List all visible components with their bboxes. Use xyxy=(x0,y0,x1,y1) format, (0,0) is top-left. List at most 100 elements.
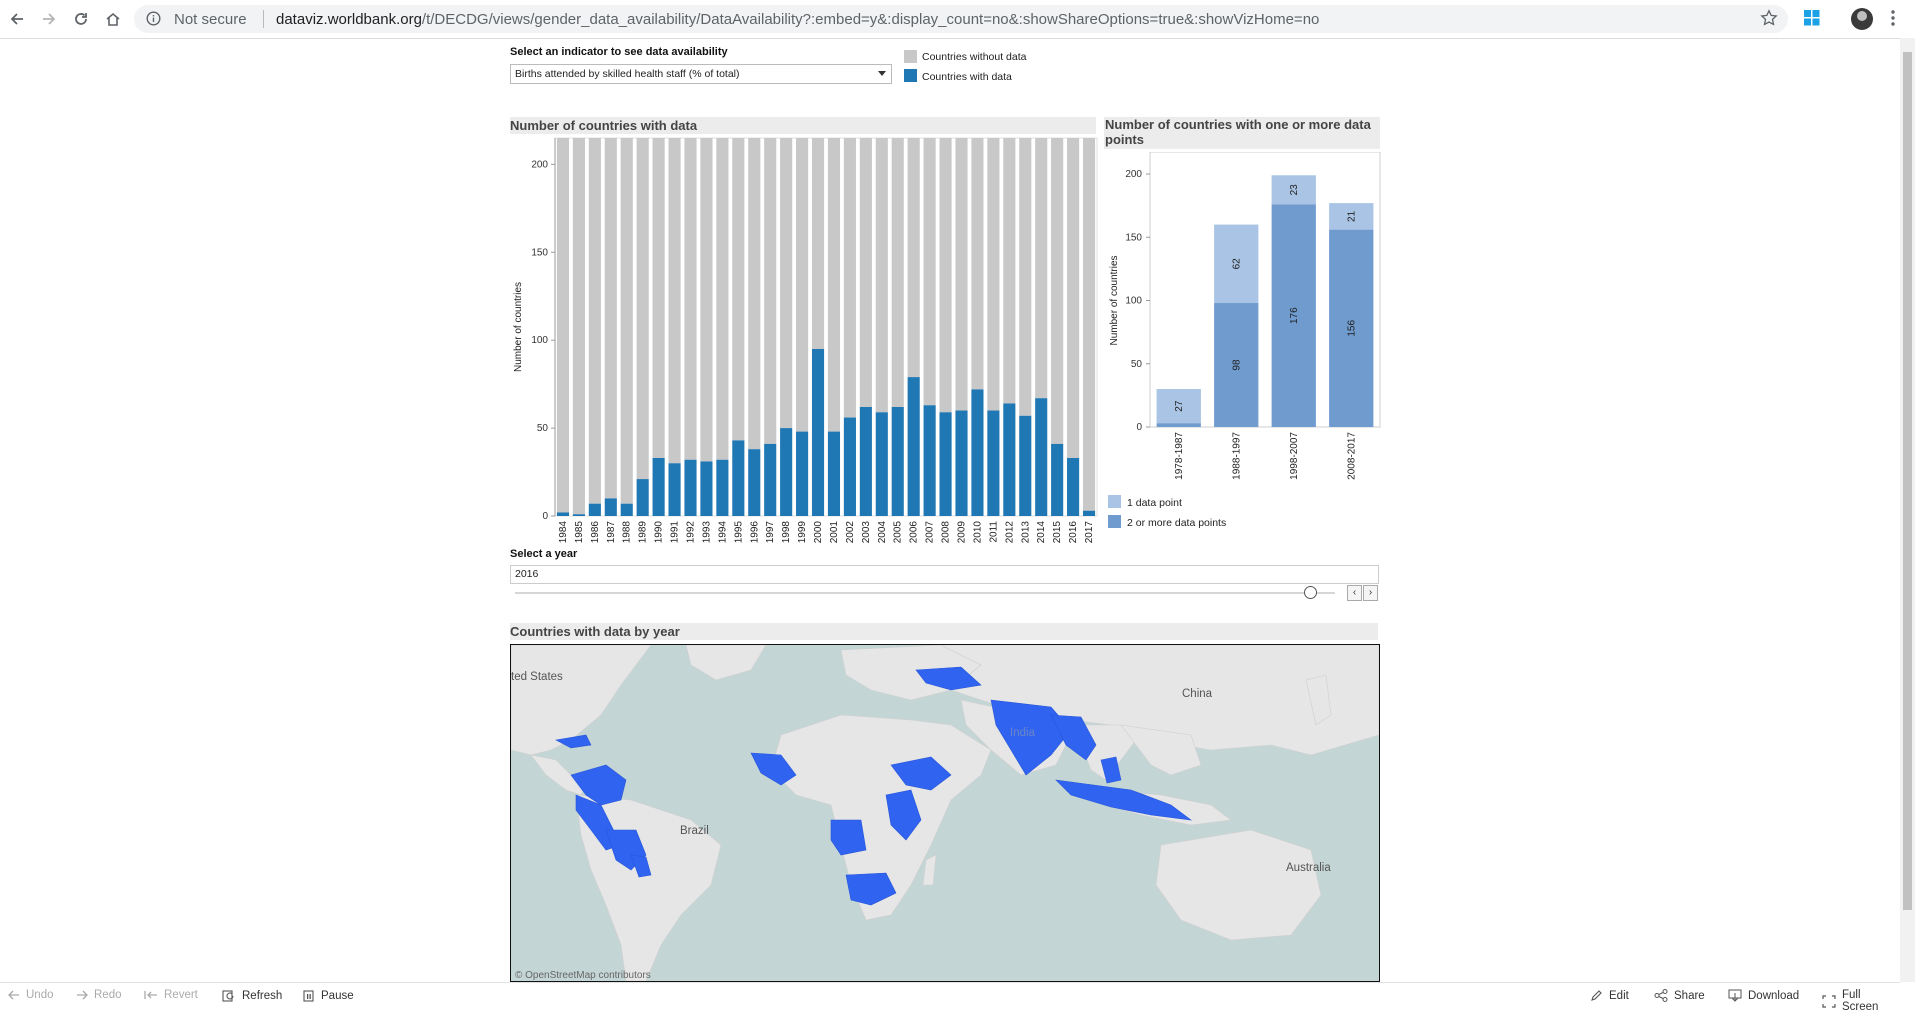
edit-button[interactable]: Edit xyxy=(1590,989,1629,1002)
x-tick-label: 2017 xyxy=(1084,521,1095,544)
forward-button[interactable] xyxy=(38,8,60,30)
bar-with-data xyxy=(764,443,777,516)
bar-with-data xyxy=(891,406,904,516)
fullscreen-button[interactable]: Full Screen xyxy=(1822,989,1900,1013)
reload-button[interactable] xyxy=(70,8,92,30)
main-chart-title: Number of countries with data xyxy=(510,117,1096,134)
bookmark-star-icon[interactable] xyxy=(1760,9,1778,32)
x-tick-label: 1991 xyxy=(670,521,681,544)
download-icon xyxy=(1728,989,1742,1002)
redo-button[interactable]: Redo xyxy=(76,989,122,1001)
revert-icon xyxy=(144,991,157,999)
year-slider-track[interactable] xyxy=(515,592,1335,594)
scrollbar-thumb[interactable] xyxy=(1903,52,1912,910)
greenland-land xyxy=(685,645,767,681)
bar-without-data xyxy=(556,138,570,513)
share-button[interactable]: Share xyxy=(1654,989,1705,1002)
page-scrollbar[interactable] xyxy=(1900,38,1915,982)
data-label-one-point: 23 xyxy=(1289,184,1300,196)
y-tick-label: 0 xyxy=(542,511,548,522)
fullscreen-icon xyxy=(1822,994,1836,1008)
indicator-selected: Births attended by skilled health staff … xyxy=(515,68,740,80)
data-label-one-point: 27 xyxy=(1174,400,1185,412)
map-label-australia: Australia xyxy=(1286,862,1331,874)
undo-icon xyxy=(8,990,19,1000)
map-credit[interactable]: © OpenStreetMap contributors xyxy=(515,970,651,981)
legend-two-points-label: 2 or more data points xyxy=(1127,517,1227,529)
side-chart-title: Number of countries with one or more dat… xyxy=(1104,117,1380,149)
year-value-box[interactable]: 2016 xyxy=(510,565,1379,584)
bar-with-data xyxy=(1019,415,1032,516)
y-tick-label: 100 xyxy=(531,335,548,346)
bar-with-data xyxy=(652,457,665,516)
bar-with-data xyxy=(923,405,936,516)
map-label-china: China xyxy=(1182,688,1213,700)
windows-extension-icon[interactable] xyxy=(1804,10,1820,31)
address-bar[interactable]: Not secure dataviz.worldbank.org/t/DECDG… xyxy=(134,5,1788,33)
year-prev-button[interactable]: ‹ xyxy=(1347,585,1362,601)
home-button[interactable] xyxy=(102,8,124,30)
x-tick-label: 1985 xyxy=(574,521,585,544)
x-tick-label: 2002 xyxy=(845,521,856,544)
world-map[interactable]: ted States China India Brazil Australia … xyxy=(510,644,1380,982)
bar-with-data xyxy=(987,410,1000,516)
x-tick-label: 2001 xyxy=(829,521,840,544)
bar-with-data xyxy=(1067,457,1080,516)
bar-with-data xyxy=(684,459,697,516)
profile-avatar[interactable] xyxy=(1851,8,1873,30)
x-tick-label: 1995 xyxy=(733,521,744,544)
refresh-button[interactable]: Refresh xyxy=(222,989,282,1003)
year-next-button[interactable]: › xyxy=(1363,585,1378,601)
map-title: Countries with data by year xyxy=(510,623,1378,640)
map-title-text: Countries with data by year xyxy=(510,624,680,639)
chevron-right-icon: › xyxy=(1368,587,1373,598)
bar-without-data xyxy=(1067,138,1080,458)
bar-without-data xyxy=(875,138,888,413)
bar-with-data xyxy=(827,431,841,516)
bar-with-data xyxy=(955,410,968,516)
x-tick-label: 1987 xyxy=(606,521,617,544)
arrow-right-icon xyxy=(43,13,56,25)
legend-swatch-with xyxy=(904,69,917,82)
bar-with-data xyxy=(1051,443,1064,516)
back-button[interactable] xyxy=(6,8,28,30)
x-tick-label: 2004 xyxy=(877,521,888,544)
x-tick-label: 2006 xyxy=(909,521,920,544)
download-button[interactable]: Download xyxy=(1728,989,1799,1002)
reload-icon xyxy=(75,13,87,25)
indicator-dropdown[interactable]: Births attended by skilled health staff … xyxy=(510,64,892,84)
pencil-icon xyxy=(1591,990,1602,1001)
revert-button[interactable]: Revert xyxy=(144,989,198,1001)
year-select-label: Select a year xyxy=(510,548,578,560)
download-label: Download xyxy=(1748,989,1800,1002)
browser-toolbar: Not secure dataviz.worldbank.org/t/DECDG… xyxy=(0,0,1915,39)
pause-button[interactable]: Pause xyxy=(303,989,354,1003)
bar-without-data xyxy=(1003,138,1016,404)
x-tick-label: 2015 xyxy=(1052,521,1063,544)
x-tick-label: 2011 xyxy=(988,521,999,543)
bar-without-data xyxy=(716,138,729,460)
side-chart-title-line2: points xyxy=(1105,132,1144,147)
revert-label: Revert xyxy=(164,989,198,1001)
bar-without-data xyxy=(891,138,904,407)
bar-without-data xyxy=(939,138,952,413)
x-tick-label: 1994 xyxy=(717,521,728,544)
url-path: /t/DECDG/views/gender_data_availability/… xyxy=(421,11,1320,28)
bar-without-data xyxy=(1082,138,1096,511)
bar-without-data xyxy=(827,138,841,432)
bar-with-data xyxy=(971,389,984,516)
redo-icon xyxy=(77,990,88,1000)
year-slider-thumb[interactable] xyxy=(1304,586,1317,599)
side-x-tick-label: 2008-2017 xyxy=(1346,432,1357,480)
info-icon[interactable] xyxy=(146,11,161,31)
refresh-icon xyxy=(222,990,234,1002)
undo-button[interactable]: Undo xyxy=(8,989,54,1001)
bar-with-data xyxy=(796,431,809,516)
bar-with-data xyxy=(700,461,713,516)
x-tick-label: 2009 xyxy=(957,521,968,544)
more-options-icon[interactable] xyxy=(1890,9,1896,32)
bar-with-data xyxy=(748,449,761,516)
bar-without-data xyxy=(732,138,745,441)
country-highlight-angola xyxy=(830,819,867,856)
refresh-label: Refresh xyxy=(242,990,283,1002)
